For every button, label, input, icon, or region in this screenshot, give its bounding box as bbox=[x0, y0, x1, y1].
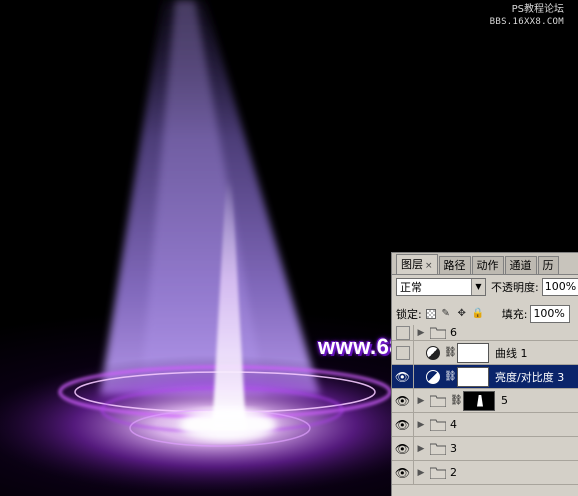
layer-row[interactable]: ⛓ 曲线 1 bbox=[392, 341, 578, 365]
opacity-field[interactable]: 100% bbox=[541, 278, 578, 296]
folder-icon bbox=[430, 467, 446, 479]
visibility-toggle[interactable]: 👁 bbox=[392, 365, 414, 388]
blend-mode-value: 正常 bbox=[400, 281, 422, 294]
layers-panel: 图层 × 路径 动作 通道 历 正常 ▼ 不透明度: 100% 锁定: ✎ ✥ 🔒… bbox=[391, 252, 578, 496]
chain-link-icon[interactable]: ⛓ bbox=[444, 371, 457, 382]
folder-icon bbox=[430, 443, 446, 455]
lock-transparency-icon[interactable] bbox=[425, 309, 436, 319]
adjustment-layer-icon bbox=[426, 369, 440, 384]
tab-layers-label: 图层 bbox=[401, 258, 423, 271]
tab-paths[interactable]: 路径 bbox=[438, 256, 471, 274]
layer-name: 亮度/对比度 3 bbox=[495, 370, 565, 384]
layer-name: 2 bbox=[450, 466, 457, 479]
eye-icon[interactable]: 👁 bbox=[395, 370, 410, 384]
eye-icon[interactable]: 👁 bbox=[395, 466, 410, 480]
blend-mode-select[interactable]: 正常 ▼ bbox=[396, 278, 486, 296]
layer-row[interactable]: 👁 ▶ 4 bbox=[392, 413, 578, 437]
lock-brush-icon[interactable]: ✎ bbox=[440, 308, 452, 320]
tab-history[interactable]: 历 bbox=[537, 256, 559, 274]
tab-channels[interactable]: 通道 bbox=[504, 256, 537, 274]
visibility-toggle[interactable]: 👁 bbox=[392, 389, 414, 412]
visibility-toggle[interactable]: 👁 bbox=[392, 437, 414, 460]
folder-icon bbox=[430, 327, 446, 339]
expand-triangle-icon[interactable]: ▶ bbox=[414, 444, 428, 454]
layer-name: 4 bbox=[450, 418, 457, 431]
eye-icon[interactable]: 👁 bbox=[395, 394, 410, 408]
blend-row: 正常 ▼ 不透明度: 100% bbox=[396, 278, 578, 296]
panel-tab-bar: 图层 × 路径 动作 通道 历 bbox=[392, 253, 578, 275]
layer-mask-thumbnail[interactable] bbox=[457, 342, 489, 363]
lock-move-icon[interactable]: ✥ bbox=[456, 308, 468, 320]
visibility-toggle[interactable] bbox=[392, 341, 414, 364]
forum-watermark-title: PS教程论坛 bbox=[511, 4, 564, 15]
folder-icon bbox=[430, 419, 446, 431]
tab-close-icon[interactable]: × bbox=[425, 261, 433, 271]
layer-name: 5 bbox=[501, 394, 508, 407]
layer-name: 3 bbox=[450, 442, 457, 455]
tab-layers[interactable]: 图层 × bbox=[396, 254, 438, 274]
layer-row[interactable]: 👁 ▶ 3 bbox=[392, 437, 578, 461]
expand-triangle-icon[interactable]: ▶ bbox=[414, 468, 428, 478]
visibility-toggle[interactable] bbox=[392, 325, 414, 340]
lock-all-icon[interactable]: 🔒 bbox=[472, 308, 484, 320]
fill-field[interactable]: 100% bbox=[530, 305, 571, 323]
expand-triangle-icon[interactable]: ▶ bbox=[414, 420, 428, 430]
visibility-toggle[interactable]: 👁 bbox=[392, 413, 414, 436]
layer-row[interactable]: ▶ 6 bbox=[392, 325, 578, 341]
forum-watermark: PS教程论坛 BBS.16XX8.COM bbox=[490, 4, 564, 28]
layer-name: 6 bbox=[450, 326, 457, 339]
opacity-label: 不透明度: bbox=[491, 281, 539, 294]
lock-row: 锁定: ✎ ✥ 🔒 填充: 100% bbox=[396, 305, 571, 323]
fill-label: 填充: bbox=[501, 308, 528, 321]
forum-watermark-url: BBS.16XX8.COM bbox=[489, 17, 564, 27]
layer-row[interactable]: 👁 ▶ 2 bbox=[392, 461, 578, 485]
layer-mask-thumbnail[interactable] bbox=[457, 366, 489, 387]
layer-row-selected[interactable]: 👁 ⛓ 亮度/对比度 3 bbox=[392, 365, 578, 389]
eye-icon[interactable]: 👁 bbox=[395, 418, 410, 432]
layer-row[interactable]: 👁 ▶ ⛓ 5 bbox=[392, 389, 578, 413]
empty-eye-box[interactable] bbox=[395, 345, 410, 360]
visibility-toggle[interactable]: 👁 bbox=[392, 461, 414, 484]
adjustment-layer-icon bbox=[426, 345, 440, 360]
expand-triangle-icon[interactable]: ▶ bbox=[414, 328, 428, 338]
layer-mask-thumbnail[interactable] bbox=[463, 390, 495, 411]
chevron-down-icon[interactable]: ▼ bbox=[471, 279, 485, 295]
chain-link-icon[interactable]: ⛓ bbox=[444, 347, 457, 358]
tab-actions[interactable]: 动作 bbox=[471, 256, 504, 274]
chain-link-icon[interactable]: ⛓ bbox=[450, 395, 463, 406]
layer-name: 曲线 1 bbox=[495, 346, 528, 360]
layer-list: ▶ 6 ⛓ 曲线 1 👁 ⛓ 亮度/对比度 3 👁 ▶ ⛓ 5 👁 ▶ 4 👁 … bbox=[392, 325, 578, 485]
eye-icon[interactable]: 👁 bbox=[395, 442, 410, 456]
expand-triangle-icon[interactable]: ▶ bbox=[414, 396, 428, 406]
lock-label: 锁定: bbox=[396, 308, 422, 321]
folder-icon bbox=[430, 395, 446, 407]
empty-eye-box[interactable] bbox=[395, 325, 410, 340]
